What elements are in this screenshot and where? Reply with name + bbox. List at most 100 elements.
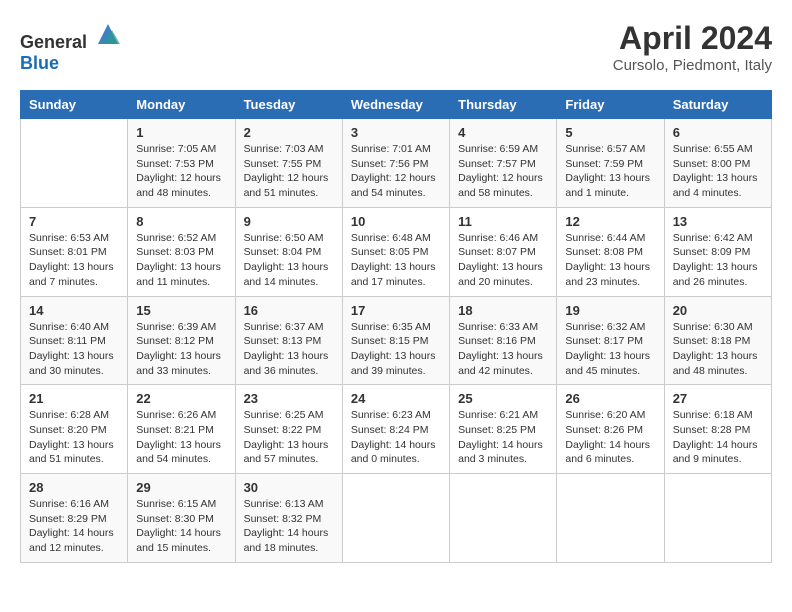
day-number: 25 xyxy=(458,391,548,406)
column-header-sunday: Sunday xyxy=(21,91,128,119)
day-cell: 26Sunrise: 6:20 AMSunset: 8:26 PMDayligh… xyxy=(557,385,664,474)
day-info: Sunrise: 7:01 AMSunset: 7:56 PMDaylight:… xyxy=(351,142,441,201)
day-info: Sunrise: 6:42 AMSunset: 8:09 PMDaylight:… xyxy=(673,231,763,290)
day-cell: 30 Sunrise: 6:13 AMSunset: 8:32 PMDayligh… xyxy=(235,474,342,563)
day-number: 11 xyxy=(458,214,548,229)
day-number: 19 xyxy=(565,303,655,318)
logo: General Blue xyxy=(20,20,122,74)
day-number: 3 xyxy=(351,125,441,140)
day-info: Sunrise: 6:52 AMSunset: 8:03 PMDaylight:… xyxy=(136,231,226,290)
day-cell xyxy=(664,474,771,563)
day-cell: 5 Sunrise: 6:57 AMSunset: 7:59 PMDaylight… xyxy=(557,119,664,208)
day-info: Sunrise: 7:05 AMSunset: 7:53 PMDaylight:… xyxy=(136,142,226,201)
day-info: Sunrise: 6:59 AMSunset: 7:57 PMDaylight:… xyxy=(458,142,548,201)
column-header-tuesday: Tuesday xyxy=(235,91,342,119)
day-info: Sunrise: 6:18 AMSunset: 8:28 PMDaylight:… xyxy=(673,408,763,467)
column-header-thursday: Thursday xyxy=(450,91,557,119)
day-info: Sunrise: 6:15 AMSunset: 8:30 PMDaylight:… xyxy=(136,497,226,556)
day-cell: 7 Sunrise: 6:53 AMSunset: 8:01 PMDaylight… xyxy=(21,207,128,296)
day-info: Sunrise: 6:37 AMSunset: 8:13 PMDaylight:… xyxy=(244,320,334,379)
day-cell: 14 Sunrise: 6:40 AMSunset: 8:11 PMDayligh… xyxy=(21,296,128,385)
day-number: 14 xyxy=(29,303,119,318)
calendar-header-row: SundayMondayTuesdayWednesdayThursdayFrid… xyxy=(21,91,772,119)
day-info: Sunrise: 6:26 AMSunset: 8:21 PMDaylight:… xyxy=(136,408,226,467)
day-cell: 3 Sunrise: 7:01 AMSunset: 7:56 PMDaylight… xyxy=(342,119,449,208)
day-info: Sunrise: 7:03 AMSunset: 7:55 PMDaylight:… xyxy=(244,142,334,201)
day-cell: 10 Sunrise: 6:48 AMSunset: 8:05 PMDayligh… xyxy=(342,207,449,296)
day-cell: 8 Sunrise: 6:52 AMSunset: 8:03 PMDaylight… xyxy=(128,207,235,296)
column-header-friday: Friday xyxy=(557,91,664,119)
day-cell: 28 Sunrise: 6:16 AMSunset: 8:29 PMDayligh… xyxy=(21,474,128,563)
week-row-2: 7 Sunrise: 6:53 AMSunset: 8:01 PMDaylight… xyxy=(21,207,772,296)
day-number: 15 xyxy=(136,303,226,318)
day-number: 29 xyxy=(136,480,226,495)
day-info: Sunrise: 6:40 AMSunset: 8:11 PMDaylight:… xyxy=(29,320,119,379)
day-number: 16 xyxy=(244,303,334,318)
day-number: 26 xyxy=(565,391,655,406)
day-number: 23 xyxy=(244,391,334,406)
day-info: Sunrise: 6:32 AMSunset: 8:17 PMDaylight:… xyxy=(565,320,655,379)
day-number: 28 xyxy=(29,480,119,495)
page-header: General Blue April 2024 Cursolo, Piedmon… xyxy=(20,20,772,74)
day-info: Sunrise: 6:25 AMSunset: 8:22 PMDaylight:… xyxy=(244,408,334,467)
day-info: Sunrise: 6:21 AMSunset: 8:25 PMDaylight:… xyxy=(458,408,548,467)
column-header-wednesday: Wednesday xyxy=(342,91,449,119)
day-cell xyxy=(342,474,449,563)
day-number: 1 xyxy=(136,125,226,140)
day-number: 6 xyxy=(673,125,763,140)
day-cell: 13Sunrise: 6:42 AMSunset: 8:09 PMDayligh… xyxy=(664,207,771,296)
day-number: 20 xyxy=(673,303,763,318)
day-cell: 1 Sunrise: 7:05 AMSunset: 7:53 PMDaylight… xyxy=(128,119,235,208)
day-info: Sunrise: 6:16 AMSunset: 8:29 PMDaylight:… xyxy=(29,497,119,556)
day-number: 22 xyxy=(136,391,226,406)
day-number: 24 xyxy=(351,391,441,406)
week-row-5: 28 Sunrise: 6:16 AMSunset: 8:29 PMDayligh… xyxy=(21,474,772,563)
day-info: Sunrise: 6:35 AMSunset: 8:15 PMDaylight:… xyxy=(351,320,441,379)
day-cell xyxy=(450,474,557,563)
day-cell: 27 Sunrise: 6:18 AMSunset: 8:28 PMDayligh… xyxy=(664,385,771,474)
week-row-4: 21 Sunrise: 6:28 AMSunset: 8:20 PMDayligh… xyxy=(21,385,772,474)
day-info: Sunrise: 6:55 AMSunset: 8:00 PMDaylight:… xyxy=(673,142,763,201)
day-number: 10 xyxy=(351,214,441,229)
day-cell: 6 Sunrise: 6:55 AMSunset: 8:00 PMDaylight… xyxy=(664,119,771,208)
day-info: Sunrise: 6:57 AMSunset: 7:59 PMDaylight:… xyxy=(565,142,655,201)
day-cell: 22 Sunrise: 6:26 AMSunset: 8:21 PMDayligh… xyxy=(128,385,235,474)
day-number: 30 xyxy=(244,480,334,495)
day-cell: 17 Sunrise: 6:35 AMSunset: 8:15 PMDayligh… xyxy=(342,296,449,385)
column-header-saturday: Saturday xyxy=(664,91,771,119)
day-number: 2 xyxy=(244,125,334,140)
day-number: 17 xyxy=(351,303,441,318)
day-cell: 2 Sunrise: 7:03 AMSunset: 7:55 PMDaylight… xyxy=(235,119,342,208)
day-number: 21 xyxy=(29,391,119,406)
day-cell xyxy=(557,474,664,563)
day-number: 18 xyxy=(458,303,548,318)
day-number: 27 xyxy=(673,391,763,406)
week-row-1: 1 Sunrise: 7:05 AMSunset: 7:53 PMDaylight… xyxy=(21,119,772,208)
day-info: Sunrise: 6:30 AMSunset: 8:18 PMDaylight:… xyxy=(673,320,763,379)
day-number: 5 xyxy=(565,125,655,140)
subtitle: Cursolo, Piedmont, Italy xyxy=(613,57,772,74)
logo-general: General xyxy=(20,32,87,52)
day-cell: 19 Sunrise: 6:32 AMSunset: 8:17 PMDayligh… xyxy=(557,296,664,385)
day-cell: 20 Sunrise: 6:30 AMSunset: 8:18 PMDayligh… xyxy=(664,296,771,385)
day-cell xyxy=(21,119,128,208)
main-title: April 2024 xyxy=(613,20,772,57)
day-info: Sunrise: 6:48 AMSunset: 8:05 PMDaylight:… xyxy=(351,231,441,290)
day-number: 9 xyxy=(244,214,334,229)
day-info: Sunrise: 6:53 AMSunset: 8:01 PMDaylight:… xyxy=(29,231,119,290)
day-cell: 18Sunrise: 6:33 AMSunset: 8:16 PMDayligh… xyxy=(450,296,557,385)
day-cell: 12 Sunrise: 6:44 AMSunset: 8:08 PMDayligh… xyxy=(557,207,664,296)
day-number: 12 xyxy=(565,214,655,229)
day-info: Sunrise: 6:44 AMSunset: 8:08 PMDaylight:… xyxy=(565,231,655,290)
day-cell: 23 Sunrise: 6:25 AMSunset: 8:22 PMDayligh… xyxy=(235,385,342,474)
day-info: Sunrise: 6:46 AMSunset: 8:07 PMDaylight:… xyxy=(458,231,548,290)
day-cell: 9Sunrise: 6:50 AMSunset: 8:04 PMDaylight… xyxy=(235,207,342,296)
day-cell: 25 Sunrise: 6:21 AMSunset: 8:25 PMDayligh… xyxy=(450,385,557,474)
title-block: April 2024 Cursolo, Piedmont, Italy xyxy=(613,20,772,74)
day-cell: 24Sunrise: 6:23 AMSunset: 8:24 PMDayligh… xyxy=(342,385,449,474)
day-number: 7 xyxy=(29,214,119,229)
day-info: Sunrise: 6:13 AMSunset: 8:32 PMDaylight:… xyxy=(244,497,334,556)
day-number: 8 xyxy=(136,214,226,229)
column-header-monday: Monday xyxy=(128,91,235,119)
day-info: Sunrise: 6:28 AMSunset: 8:20 PMDaylight:… xyxy=(29,408,119,467)
